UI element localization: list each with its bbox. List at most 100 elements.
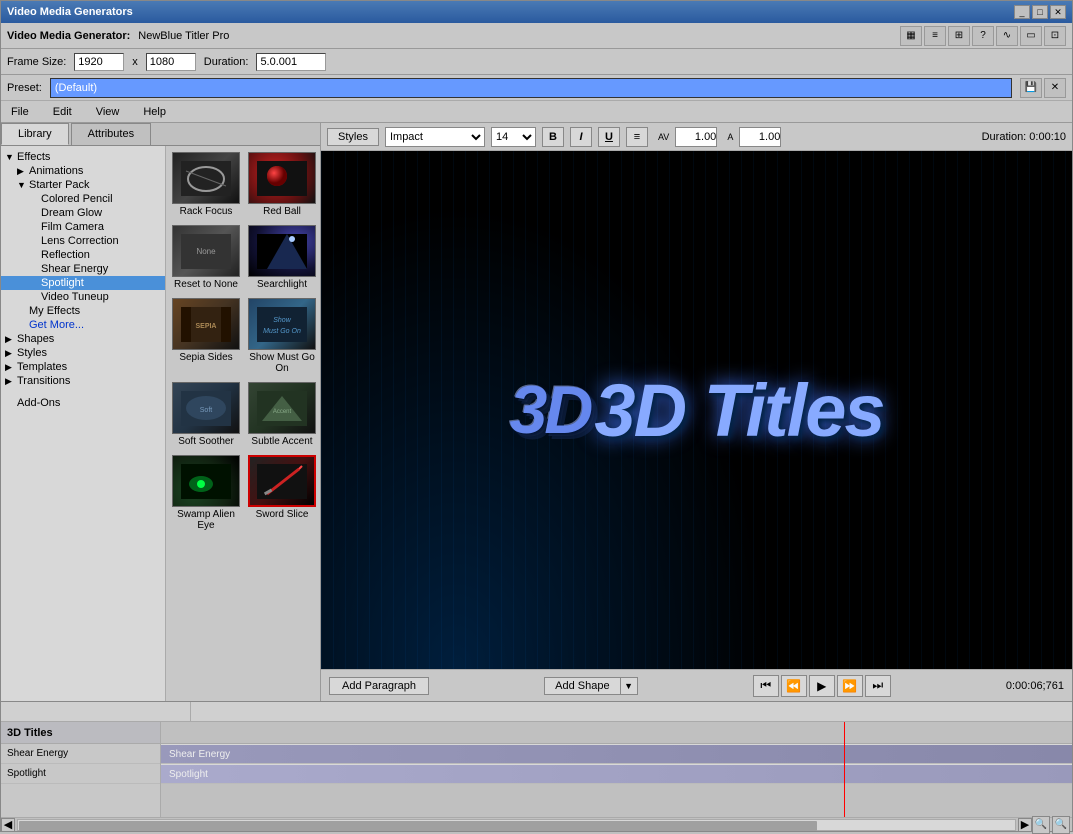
font-select[interactable]: Impact (385, 127, 485, 147)
thumb-sepia[interactable]: SEPIA Sepia Sides (170, 296, 242, 376)
add-shape-group: Add Shape ▼ (544, 677, 637, 695)
menu-file[interactable]: File (7, 105, 33, 119)
tree-item-get-more[interactable]: Get More... (1, 318, 165, 332)
tree-item-film-camera[interactable]: Film Camera (1, 220, 165, 234)
tab-library[interactable]: Library (1, 123, 69, 145)
tree-item-effects[interactable]: ▼ Effects (1, 150, 165, 164)
tree-item-templates[interactable]: ▶ Templates (1, 360, 165, 374)
menu-edit[interactable]: Edit (49, 105, 76, 119)
align-button[interactable]: ≡ (626, 127, 648, 147)
svg-text:None: None (196, 247, 216, 256)
tracks-header (161, 722, 1072, 744)
add-shape-button[interactable]: Add Shape (544, 677, 619, 695)
thumb-sword[interactable]: Sword Slice (246, 453, 318, 533)
scroll-right-button[interactable]: ▶ (1018, 818, 1032, 832)
preview-titles: 3D Titles (594, 368, 883, 453)
timeline-area: 0:01 0:02 0:03 0:04 0:05 0:06 0:07 3D Ti… (1, 701, 1072, 831)
add-paragraph-button[interactable]: Add Paragraph (329, 677, 429, 695)
tree-panel: ▼ Effects ▶ Animations ▼ Starter Pack Co… (1, 146, 166, 701)
expand-shapes-icon: ▶ (5, 334, 17, 345)
skip-end-button[interactable]: ⏭ (865, 675, 891, 697)
tree-item-animations[interactable]: ▶ Animations (1, 164, 165, 178)
help-icon[interactable]: ? (972, 26, 994, 46)
thumb-red-ball[interactable]: Red Ball (246, 150, 318, 219)
styles-toolbar: Styles Impact 14 B I U ≡ AV A Duration: … (321, 123, 1072, 151)
tree-item-lens-correction[interactable]: Lens Correction (1, 234, 165, 248)
track-label-shear: Shear Energy (1, 744, 160, 764)
height-input[interactable] (146, 53, 196, 71)
tab-attributes[interactable]: Attributes (71, 123, 151, 145)
svg-text:SEPIA: SEPIA (195, 323, 216, 330)
preview-canvas: 3D 3D 3D Titles (321, 151, 1072, 669)
kern-input[interactable] (675, 127, 717, 147)
thumb-show-must-img: Show Must Go On (248, 298, 316, 350)
h-scroll-track[interactable] (17, 819, 1016, 831)
styles-button[interactable]: Styles (327, 128, 379, 146)
width-input[interactable] (74, 53, 124, 71)
add-shape-dropdown[interactable]: ▼ (620, 677, 638, 695)
thumb-soft[interactable]: Soft Soft Soother (170, 380, 242, 449)
italic-button[interactable]: I (570, 127, 592, 147)
thumb-reset[interactable]: None Reset to None (170, 223, 242, 292)
tree-item-shear-energy[interactable]: Shear Energy (1, 262, 165, 276)
timeline-tracks: Shear Energy Spotlight (161, 722, 1072, 817)
play-button[interactable]: ▶ (809, 675, 835, 697)
view-icon-2[interactable]: ≡ (924, 26, 946, 46)
tree-item-transitions[interactable]: ▶ Transitions (1, 374, 165, 388)
duration-input[interactable] (256, 53, 326, 71)
tree-item-addons[interactable]: Add-Ons (1, 396, 165, 410)
h-scroll-thumb[interactable] (19, 821, 817, 831)
skip-start-button[interactable]: ⏮ (753, 675, 779, 697)
tree-item-colored-pencil[interactable]: Colored Pencil (1, 192, 165, 206)
prev-frame-button[interactable]: ⏪ (781, 675, 807, 697)
preset-input[interactable] (50, 78, 1012, 98)
monitor-icon[interactable]: ▭ (1020, 26, 1042, 46)
preset-label: Preset: (7, 82, 42, 94)
tree-item-spotlight[interactable]: Spotlight (1, 276, 165, 290)
clip-shear-energy[interactable]: Shear Energy (161, 745, 1072, 763)
preview-area: Styles Impact 14 B I U ≡ AV A Duration: … (321, 123, 1072, 701)
clip-spotlight[interactable]: Spotlight (161, 765, 1072, 783)
tree-label-dream-glow: Dream Glow (41, 207, 102, 219)
tree-item-reflection[interactable]: Reflection (1, 248, 165, 262)
bold-button[interactable]: B (542, 127, 564, 147)
lead-input[interactable] (739, 127, 781, 147)
thumb-reset-label: Reset to None (174, 279, 238, 290)
tree-item-shapes[interactable]: ▶ Shapes (1, 332, 165, 346)
underline-button[interactable]: U (598, 127, 620, 147)
tree-item-dream-glow[interactable]: Dream Glow (1, 206, 165, 220)
save-preset-button[interactable]: 💾 (1020, 78, 1042, 98)
maximize-button[interactable]: □ (1032, 5, 1048, 19)
thumb-sword-label: Sword Slice (256, 509, 309, 520)
close-button[interactable]: ✕ (1050, 5, 1066, 19)
zoom-in-button[interactable]: 🔍 (1032, 816, 1050, 834)
tree-item-video-tuneup[interactable]: Video Tuneup (1, 290, 165, 304)
minimize-button[interactable]: _ (1014, 5, 1030, 19)
tree-label-spotlight: Spotlight (41, 277, 84, 289)
export-icon[interactable]: ⊡ (1044, 26, 1066, 46)
close-preset-button[interactable]: ✕ (1044, 78, 1066, 98)
tree-item-styles[interactable]: ▶ Styles (1, 346, 165, 360)
thumb-show-must[interactable]: Show Must Go On Show Must Go On (246, 296, 318, 376)
tree-label-effects: Effects (17, 151, 50, 163)
thumb-swamp[interactable]: Swamp Alien Eye (170, 453, 242, 533)
waveform-icon[interactable]: ∿ (996, 26, 1018, 46)
tree-label-reflection: Reflection (41, 249, 90, 261)
tree-item-my-effects[interactable]: My Effects (1, 304, 165, 318)
zoom-buttons: 🔍 🔍 (1032, 816, 1070, 834)
scroll-left-button[interactable]: ◀ (1, 818, 15, 832)
main-area: Library Attributes ▼ Effects ▶ Animation… (1, 123, 1072, 701)
view-icon-1[interactable]: ▦ (900, 26, 922, 46)
thumb-rack-focus[interactable]: Rack Focus (170, 150, 242, 219)
tree-item-starter-pack[interactable]: ▼ Starter Pack (1, 178, 165, 192)
menu-help[interactable]: Help (139, 105, 170, 119)
tree-label-starter: Starter Pack (29, 179, 90, 191)
size-select[interactable]: 14 (491, 127, 536, 147)
thumb-searchlight[interactable]: Searchlight (246, 223, 318, 292)
track-spotlight: Spotlight (161, 764, 1072, 784)
view-icon-3[interactable]: ⊞ (948, 26, 970, 46)
zoom-out-button[interactable]: 🔍 (1052, 816, 1070, 834)
next-frame-button[interactable]: ⏩ (837, 675, 863, 697)
thumb-subtle[interactable]: Accent Subtle Accent (246, 380, 318, 449)
menu-view[interactable]: View (92, 105, 124, 119)
